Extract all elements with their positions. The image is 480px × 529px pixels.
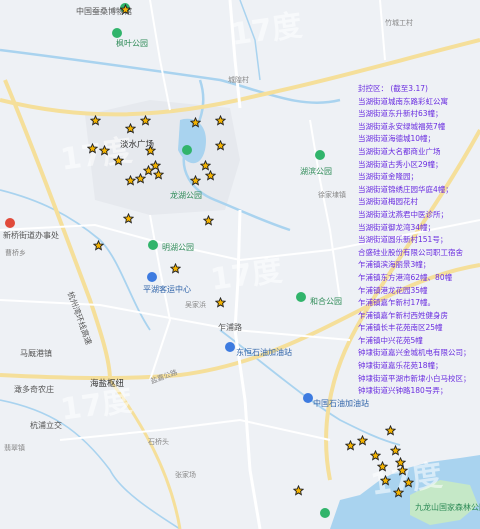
lockdown-legend: 封控区： (截至3.17) 当湖街道城南东路彩虹公寓 当湖街道东升新村63幢； 当湖…	[358, 83, 480, 398]
lockdown-star-marker[interactable]	[402, 476, 414, 488]
legend-item: 当湖街道东升新村63幢；	[358, 109, 443, 119]
legend-item: 乍浦镇长丰花苑南区25幢	[358, 323, 443, 333]
label-longhu-park: 龙湖公园	[170, 191, 202, 200]
road-9	[379, 0, 386, 61]
lockdown-star-marker[interactable]	[379, 474, 391, 486]
label-minghu-park: 明湖公园	[162, 243, 194, 252]
lockdown-star-marker[interactable]	[152, 168, 164, 180]
label-haiyan-hub: 海盐枢纽	[90, 379, 125, 389]
poi-green-3[interactable]	[182, 145, 192, 155]
legend-item: 当湖街道梅园花村	[358, 197, 418, 207]
lockdown-star-marker[interactable]	[98, 144, 110, 156]
legend-item: 当湖街道古秀小区29幢；	[358, 159, 443, 169]
label-xujiadai: 徐家埭镇	[318, 191, 346, 199]
lockdown-star-marker[interactable]	[392, 486, 404, 498]
legend-item: 乍浦镇中兴花苑5幢	[358, 335, 423, 345]
lockdown-star-marker[interactable]	[214, 114, 226, 126]
label-hehe-park: 和合公园	[310, 297, 342, 306]
label-farm: 澉多奇农庄	[14, 385, 54, 394]
lockdown-star-marker[interactable]	[214, 296, 226, 308]
road-7	[149, 0, 171, 111]
legend-item: 钟埭街道嘉兴金城机电有限公司；	[358, 348, 471, 358]
lockdown-star-marker[interactable]	[92, 239, 104, 251]
legend-item: 当湖街道海德城10幢；	[358, 134, 436, 144]
label-maple-park: 枫叶公园	[116, 39, 148, 48]
lockdown-star-marker[interactable]	[214, 139, 226, 151]
lockdown-star-marker[interactable]	[396, 464, 408, 476]
lockdown-star-marker[interactable]	[344, 439, 356, 451]
lockdown-star-marker[interactable]	[134, 172, 146, 184]
lockdown-star-marker[interactable]	[89, 114, 101, 126]
label-hangpu-interchange: 杭浦立交	[30, 421, 62, 430]
label-majiugang: 马厩港镇	[20, 349, 52, 358]
label-xinqiao-office: 新桥街道办事处	[3, 231, 59, 240]
label-chenghuang: 城隍村	[228, 76, 249, 84]
lockdown-star-marker[interactable]	[389, 444, 401, 456]
poi-office[interactable]	[5, 218, 15, 228]
lockdown-star-marker[interactable]	[119, 3, 131, 15]
lockdown-star-marker[interactable]	[204, 169, 216, 181]
label-cnpc-gas: 中国石油加油站	[313, 399, 369, 408]
legend-item: 乍浦镇港龙花园35幢	[358, 285, 428, 295]
label-shiqiaotou: 石桥头	[148, 438, 169, 446]
lockdown-star-marker[interactable]	[384, 424, 396, 436]
lockdown-star-marker[interactable]	[202, 214, 214, 226]
legend-item: 当湖街道大名都商业广场	[358, 146, 441, 156]
lockdown-star-marker[interactable]	[369, 449, 381, 461]
poi-green-2[interactable]	[112, 28, 122, 38]
legend-item: 钟埭街道兴钟路180号弄；	[358, 386, 448, 396]
legend-list: 当湖街道城南东路彩虹公寓 当湖街道东升新村63幢； 当湖街道永安绿城福苑7幢 当湖街道…	[358, 96, 480, 398]
legend-item: 钟埭街道平湖市新埭小白马校区；	[358, 373, 471, 383]
legend-item: 当湖街道沈燕君中医诊所；	[358, 209, 448, 219]
legend-item: 合盛硅业股份有限公司职工宿舍	[358, 247, 463, 257]
lockdown-star-marker[interactable]	[122, 212, 134, 224]
legend-item: 乍浦镇嘉乍新村西姓健身房	[358, 310, 448, 320]
legend-item: 钟埭街道嘉乐花苑18幢；	[358, 361, 443, 371]
poi-green-4[interactable]	[315, 150, 325, 160]
label-feicui: 翡翠镇	[4, 444, 25, 452]
legend-item: 当湖街道锦绣庄园华庭4幢；	[358, 184, 453, 194]
legend-item: 乍浦镇嘉乍新村17幢。	[358, 298, 436, 308]
label-bus-center: 平湖客运中心	[143, 285, 191, 294]
legend-item: 当湖街道城南东路彩虹公寓	[358, 96, 448, 106]
legend-item: 当湖街道永安绿城福苑7幢	[358, 121, 446, 131]
label-zhucheng: 竹城工村	[385, 19, 413, 27]
label-caoqiao: 曹桥乡	[5, 249, 26, 257]
road-6	[309, 119, 341, 301]
lockdown-star-marker[interactable]	[112, 154, 124, 166]
lockdown-star-marker[interactable]	[139, 114, 151, 126]
poi-green-5[interactable]	[148, 240, 158, 250]
label-zhapu-road: 乍浦路	[218, 323, 242, 332]
legend-item: 乍浦镇东方港湾62幢、80幢	[358, 272, 453, 282]
legend-item: 乍浦镇滨海丽景3幢；	[358, 260, 431, 270]
poi-bus-station[interactable]	[147, 272, 157, 282]
lockdown-star-marker[interactable]	[124, 122, 136, 134]
map-canvas[interactable]: 17度 17度 17度 17度 17度 中国蚕桑博物馆 枫叶公园 竹城工村 城隍…	[0, 0, 480, 529]
lockdown-star-marker[interactable]	[292, 484, 304, 496]
legend-title: 封控区： (截至3.17)	[358, 84, 428, 93]
lockdown-star-marker[interactable]	[189, 174, 201, 186]
poi-green-7[interactable]	[320, 508, 330, 518]
legend-item: 当湖街道金隆园；	[358, 172, 418, 182]
legend-item: 当湖街道御龙湾34幢；	[358, 222, 436, 232]
label-dongheng-gas: 东恒石油加油站	[236, 348, 292, 357]
poi-green-6[interactable]	[296, 292, 306, 302]
lockdown-star-marker[interactable]	[169, 262, 181, 274]
label-zhangjiachang: 张家场	[175, 471, 196, 479]
lockdown-star-marker[interactable]	[189, 116, 201, 128]
label-jiulongshan: 九龙山国家森林公园	[415, 503, 480, 512]
lockdown-star-marker[interactable]	[376, 460, 388, 472]
lockdown-star-marker[interactable]	[144, 144, 156, 156]
legend-item: 当湖街道圆乐新村151号；	[358, 235, 448, 245]
poi-gas-1[interactable]	[225, 342, 235, 352]
label-lakeside-park: 湖滨公园	[300, 167, 332, 176]
lockdown-star-marker[interactable]	[86, 142, 98, 154]
label-wujiabang: 吴家浜	[185, 301, 206, 309]
road-5	[0, 299, 351, 341]
lockdown-star-marker[interactable]	[356, 434, 368, 446]
poi-gas-2[interactable]	[303, 393, 313, 403]
river-1	[0, 48, 341, 104]
